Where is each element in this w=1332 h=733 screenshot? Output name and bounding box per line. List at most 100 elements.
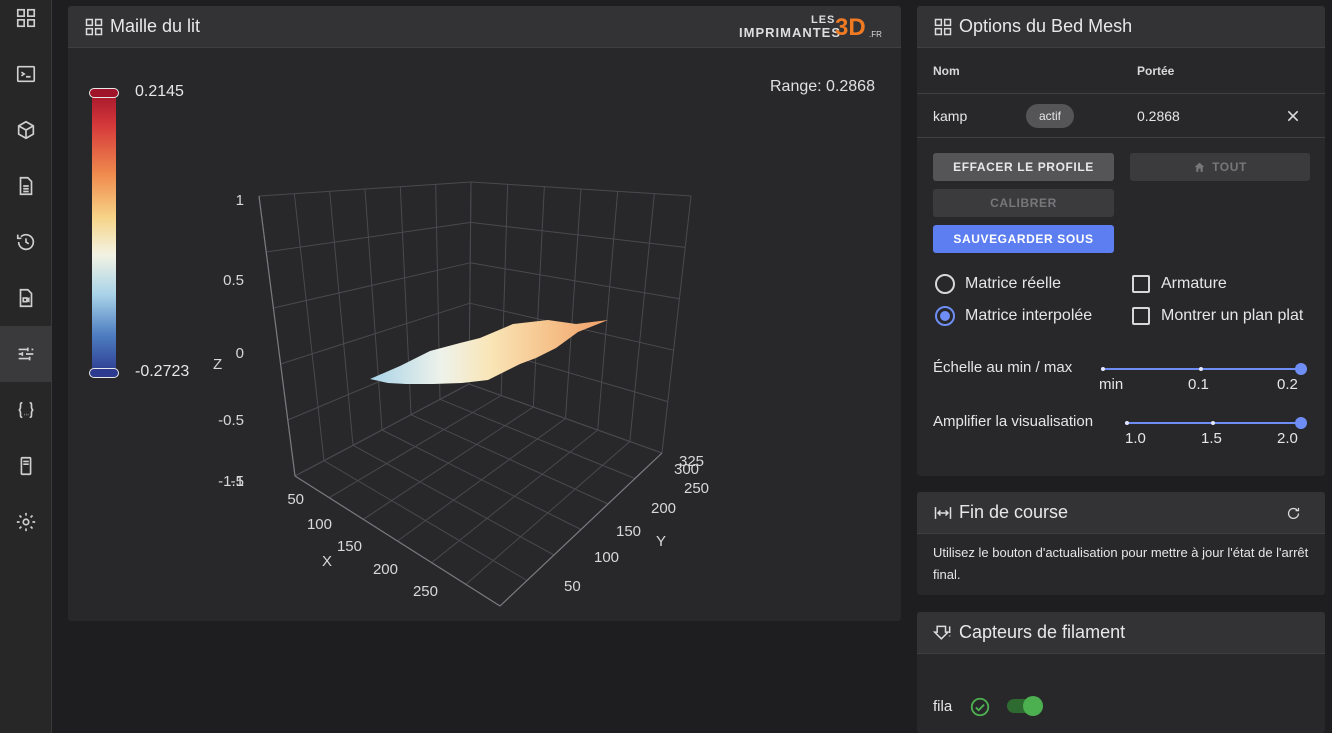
bed-mesh-options-panel: Options du Bed Mesh Nom Portée kamp acti… [917, 6, 1325, 476]
scale-slider-tick [1199, 367, 1203, 371]
scale-tick-mid: 0.1 [1188, 376, 1209, 393]
sidebar-item-history[interactable] [0, 214, 52, 270]
checkbox-flat-plane-label: Montrer un plan plat [1161, 307, 1304, 324]
save-as-button[interactable]: SAUVEGARDER SOUS [933, 225, 1114, 253]
arrow-expand-horizontal-icon [934, 506, 952, 519]
amplify-tick-max: 2.0 [1277, 430, 1298, 447]
y-tick-label: 250 [684, 480, 709, 497]
grid-line [431, 429, 598, 564]
z-tick-label: -1.5 [218, 473, 244, 490]
y-axis-label: Y [656, 533, 666, 550]
sidebar-item-settings[interactable] [0, 494, 52, 550]
column-header-range: Portée [1137, 64, 1175, 78]
x-tick-label: 200 [373, 561, 398, 578]
sidebar-item-timelapse[interactable] [0, 270, 52, 326]
x-axis-line [294, 475, 501, 607]
grid-line [293, 193, 325, 461]
sidebar-item-machine[interactable] [0, 438, 52, 494]
grid-line [661, 195, 692, 454]
scale-slider[interactable] [1101, 362, 1307, 376]
grid-line [364, 188, 383, 431]
profile-name: kamp [933, 108, 968, 124]
printer-icon [20, 456, 32, 476]
clear-profile-button[interactable]: EFFACER LE PROFILE [933, 153, 1114, 181]
code-braces-icon [18, 401, 34, 419]
grid-line [565, 188, 582, 419]
z-tick-label: 1 [236, 192, 244, 209]
sidebar-item-files[interactable] [0, 158, 52, 214]
z-axis-label: Z [213, 356, 222, 373]
tune-icon [18, 347, 34, 361]
filament-panel-title: Capteurs de filament [959, 622, 1126, 642]
x-tick-label: 250 [413, 583, 438, 600]
toggle-knob [1023, 696, 1043, 716]
radio-real-matrix[interactable] [935, 274, 955, 294]
x-tick-label: 150 [337, 538, 362, 555]
scale-slider-thumb[interactable] [1295, 363, 1307, 375]
table-row[interactable]: kamp actif 0.2868 [917, 94, 1325, 138]
scale-tick-max: 0.2 [1277, 376, 1298, 393]
scale-slider-tick [1101, 367, 1105, 371]
filament-sensor-icon [933, 625, 951, 640]
sidebar [0, 0, 52, 733]
amplify-slider-thumb[interactable] [1295, 417, 1307, 429]
profile-range: 0.2868 [1137, 108, 1180, 124]
filament-sensors-panel: Capteurs de filament fila [917, 612, 1325, 733]
endstop-help-text: Utilisez le bouton d'actualisation pour … [933, 545, 1309, 582]
checkbox-wireframe-label: Armature [1161, 275, 1227, 292]
sidebar-item-macros[interactable] [0, 382, 52, 438]
file-icon [19, 176, 33, 196]
sensor-enable-toggle[interactable] [1007, 696, 1043, 716]
x-tick-label: 50 [287, 491, 304, 508]
radio-real-matrix-label: Matrice réelle [965, 275, 1062, 292]
z-tick-label: -0.5 [218, 412, 244, 429]
video-file-icon [19, 288, 33, 308]
x-axis-label: X [322, 553, 332, 570]
home-icon [1194, 162, 1205, 172]
amplify-slider-tick [1125, 421, 1129, 425]
grid-line [266, 221, 471, 253]
grid-line [439, 398, 636, 479]
check-circle-icon [970, 697, 990, 717]
home-all-button[interactable]: TOUT [1130, 153, 1310, 181]
grid-line [468, 383, 663, 454]
cube-icon [17, 120, 35, 140]
endstop-panel-header: Fin de course [917, 492, 1325, 534]
sidebar-item-console[interactable] [0, 46, 52, 102]
profile-active-badge: actif [1026, 104, 1074, 128]
mesh-surface [370, 320, 608, 384]
amplify-slider-label: Amplifier la visualisation [933, 413, 1094, 430]
amplify-tick-min: 1.0 [1125, 430, 1146, 447]
sidebar-item-3d[interactable] [0, 102, 52, 158]
z-tick-label: 0 [236, 345, 244, 362]
history-icon [16, 233, 35, 251]
sidebar-item-tune[interactable] [0, 326, 52, 382]
gear-icon [16, 512, 36, 532]
refresh-icon[interactable] [1285, 505, 1302, 522]
endstop-panel: Fin de course Utilisez le bouton d'actua… [917, 492, 1325, 595]
y-tick-label: 325 [679, 453, 704, 470]
scale-tick-min: min [1099, 376, 1124, 393]
y-tick-label: 200 [651, 500, 676, 517]
amplify-slider-tick [1211, 421, 1215, 425]
endstop-panel-title: Fin de course [959, 502, 1069, 522]
grid-line [629, 193, 655, 442]
calibrate-button[interactable]: CALIBRER [933, 189, 1114, 217]
grid-line [470, 221, 686, 248]
z-tick-label: 0.5 [223, 272, 244, 289]
grid-line [470, 262, 680, 300]
checkbox-wireframe[interactable] [1132, 275, 1150, 293]
radio-interpolated-matrix-label: Matrice interpolée [965, 307, 1093, 324]
mesh-3d-plot[interactable]: 10.50-0.5-1-1.5 50100150200250 501001502… [68, 6, 901, 621]
sidebar-item-dashboard[interactable] [0, 0, 52, 46]
checkbox-flat-plane[interactable] [1132, 307, 1150, 325]
radio-interpolated-matrix[interactable] [935, 306, 955, 326]
y-tick-label: 50 [564, 578, 581, 595]
filament-panel-header: Capteurs de filament [917, 612, 1325, 654]
amplify-tick-mid: 1.5 [1201, 430, 1222, 447]
amplify-slider[interactable] [1125, 416, 1307, 430]
x-tick-label: 100 [307, 516, 332, 533]
close-icon[interactable] [1285, 108, 1301, 124]
table-divider-bottom [917, 137, 1325, 138]
grid-line [532, 186, 545, 408]
